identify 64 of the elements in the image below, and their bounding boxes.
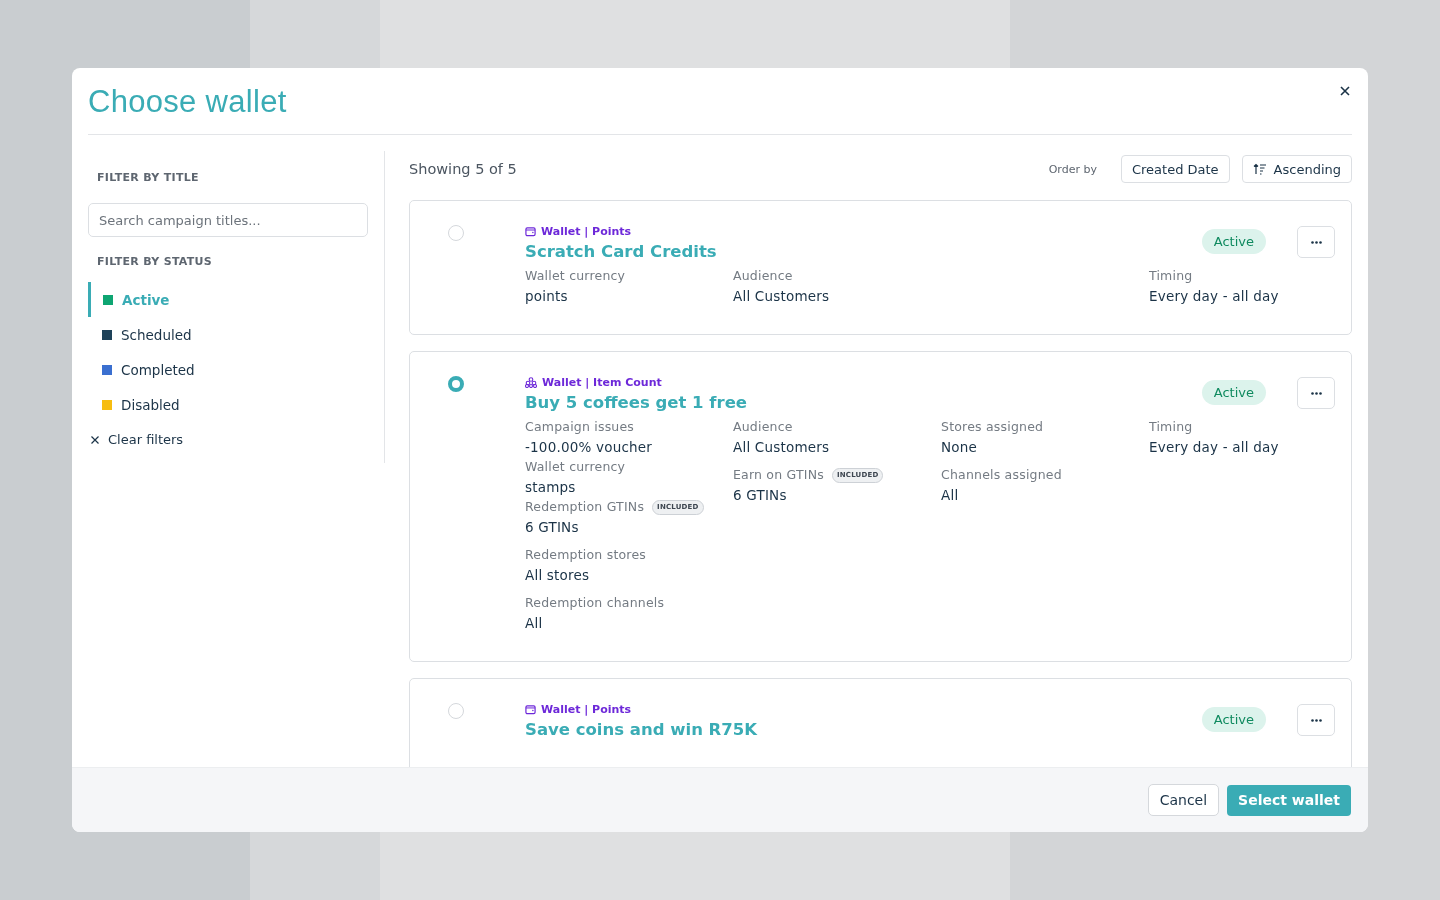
search-field[interactable]: Search campaign titles...	[88, 203, 368, 237]
filter-heading: FILTER BY STATUS	[97, 255, 214, 268]
result-count: Showing 5 of 5	[409, 161, 518, 177]
field-label: Audience	[733, 267, 793, 285]
field-value: All	[941, 486, 960, 505]
order-field-button[interactable]: Created Date	[1120, 155, 1230, 183]
radio-button[interactable]	[448, 703, 464, 719]
field-label: Earn on GTINs	[733, 466, 824, 484]
order-label: Order by	[1048, 162, 1097, 176]
field-value: 6 GTINs	[733, 486, 788, 505]
status-badge: Active	[1201, 380, 1266, 405]
more-button[interactable]	[1297, 377, 1335, 409]
field-value: All Customers	[733, 287, 831, 306]
wallet-title: Buy 5 coffees get 1 free	[525, 393, 749, 412]
sort-direction-button[interactable]: Ascending	[1241, 155, 1352, 183]
status-filter[interactable]: Completed	[86, 352, 201, 387]
field-label: Channels assigned	[941, 466, 1062, 484]
wallet-icon	[525, 226, 536, 237]
field-value: All stores	[525, 566, 591, 585]
more-button[interactable]	[1297, 226, 1335, 258]
field-label: Wallet currency	[525, 267, 626, 285]
close-button[interactable]	[1338, 84, 1352, 98]
field-label: Campaign issues	[525, 418, 635, 436]
wallet-type: Wallet | Item Count	[542, 376, 662, 389]
status-badge: Active	[1201, 229, 1266, 254]
filter-heading: FILTER BY TITLE	[97, 171, 200, 184]
field-value: stamps	[525, 478, 577, 497]
status-filter[interactable]: Disabled	[86, 387, 186, 422]
more-icon	[1310, 391, 1322, 395]
wallet-title: Scratch Card Credits	[525, 242, 718, 261]
field-value: points	[525, 287, 569, 306]
more-icon	[1310, 240, 1322, 244]
close-icon	[1340, 86, 1350, 96]
field-label: Timing	[1149, 267, 1193, 285]
status-filter[interactable]: Scheduled	[86, 317, 198, 352]
modal-title: Choose wallet	[88, 84, 287, 120]
field-value: Every day - all day	[1149, 287, 1280, 306]
status-badge: Active	[1201, 707, 1266, 732]
field-value: All Customers	[733, 438, 831, 457]
field-label: Timing	[1149, 418, 1193, 436]
field-value: -100.00% voucher	[525, 438, 654, 457]
close-icon	[91, 435, 99, 444]
wallet-icon	[525, 704, 536, 715]
field-value: Every day - all day	[1149, 438, 1280, 457]
cubes-icon	[525, 377, 537, 388]
field-label: Redemption channels	[525, 594, 665, 612]
field-value: None	[941, 438, 979, 457]
field-label: Wallet currency	[525, 458, 626, 476]
clear-filters-link[interactable]: Clear filters	[91, 428, 184, 451]
field-label: Stores assigned	[941, 418, 1044, 436]
field-label: Redemption stores	[525, 546, 646, 564]
field-label: Audience	[733, 418, 793, 436]
wallet-title: Save coins and win R75K	[525, 720, 759, 739]
field-value: All	[525, 614, 544, 633]
radio-button[interactable]	[448, 376, 464, 392]
cancel-button[interactable]: Cancel	[1147, 784, 1220, 816]
wallet-type: Wallet | Points	[541, 225, 632, 238]
more-button[interactable]	[1297, 704, 1335, 736]
field-label: Redemption GTINs	[525, 498, 645, 516]
sort-icon	[1252, 163, 1267, 175]
radio-button[interactable]	[448, 225, 464, 241]
more-icon	[1310, 718, 1322, 722]
wallet-type: Wallet | Points	[541, 703, 632, 716]
field-value: 6 GTINs	[525, 518, 580, 537]
